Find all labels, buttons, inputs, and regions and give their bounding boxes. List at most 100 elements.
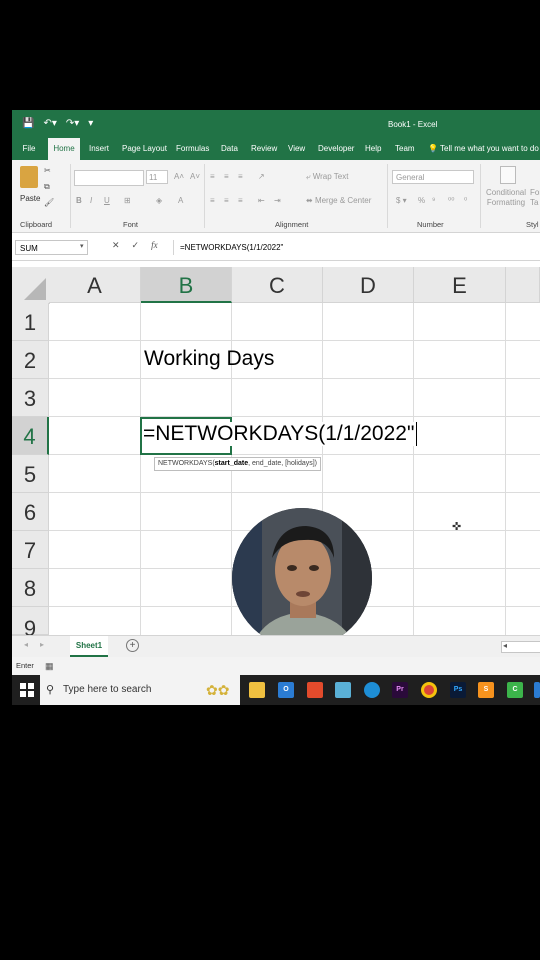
top-align-icon[interactable]: ≡ bbox=[210, 172, 215, 181]
formula-buttons: ✕ ✓ fx bbox=[112, 240, 158, 251]
decrease-indent-icon[interactable]: ⇤ bbox=[258, 196, 265, 205]
font-size-select[interactable]: 11 bbox=[146, 170, 168, 184]
cancel-icon[interactable]: ✕ bbox=[112, 240, 120, 251]
notepad-icon[interactable] bbox=[335, 682, 351, 698]
insert-function-icon[interactable]: fx bbox=[151, 240, 158, 251]
currency-icon[interactable]: $ ▾ bbox=[396, 196, 407, 205]
premiere-pro-icon[interactable]: Pr bbox=[392, 682, 408, 698]
increase-font-icon[interactable]: A˄ bbox=[174, 172, 184, 181]
sheet-tab-sheet1[interactable]: Sheet1 bbox=[70, 636, 108, 657]
conditional-formatting-button[interactable]: Conditional Formatting bbox=[484, 188, 528, 208]
comma-icon[interactable]: ⁹ bbox=[432, 196, 435, 205]
windows-start-icon[interactable] bbox=[20, 683, 34, 697]
bold-button[interactable]: B bbox=[76, 196, 82, 205]
row-header-4[interactable]: 4 bbox=[12, 417, 49, 455]
align-center-icon[interactable]: ≡ bbox=[224, 196, 229, 205]
redo-icon[interactable]: ↷▾ bbox=[66, 118, 79, 130]
row-header-8[interactable]: 8 bbox=[12, 569, 49, 607]
overflow-app-icon[interactable] bbox=[534, 682, 540, 698]
tab-page-layout[interactable]: Page Layout bbox=[122, 138, 167, 160]
edge-icon[interactable] bbox=[364, 682, 380, 698]
row-header-1[interactable]: 1 bbox=[12, 303, 49, 341]
row-header-9[interactable]: 9 bbox=[12, 607, 49, 641]
add-sheet-icon[interactable]: + bbox=[126, 639, 139, 652]
font-color-icon[interactable]: A bbox=[178, 196, 183, 205]
tab-insert[interactable]: Insert bbox=[89, 138, 109, 160]
outlook-icon[interactable]: O bbox=[278, 682, 294, 698]
tab-review[interactable]: Review bbox=[251, 138, 277, 160]
tab-home[interactable]: Home bbox=[48, 138, 80, 160]
row-header-7[interactable]: 7 bbox=[12, 531, 49, 569]
cell-b2[interactable]: Working Days bbox=[144, 347, 274, 371]
row-header-6[interactable]: 6 bbox=[12, 493, 49, 531]
column-header-d[interactable]: D bbox=[323, 267, 414, 303]
next-sheet-icon[interactable]: ▸ bbox=[40, 640, 44, 649]
decrease-font-icon[interactable]: A˅ bbox=[190, 172, 200, 181]
fill-color-icon[interactable]: ◈ bbox=[156, 196, 162, 205]
file-explorer-icon[interactable] bbox=[249, 682, 265, 698]
column-header-b[interactable]: B bbox=[141, 267, 232, 303]
align-right-icon[interactable]: ≡ bbox=[238, 196, 243, 205]
undo-icon[interactable]: ↶▾ bbox=[43, 118, 56, 130]
tab-developer[interactable]: Developer bbox=[318, 138, 354, 160]
scroll-left-icon[interactable]: ◂ bbox=[503, 641, 507, 650]
paste-button[interactable]: Paste bbox=[20, 194, 40, 203]
cell-b4-editing[interactable]: =NETWORKDAYS(1/1/2022" bbox=[143, 422, 418, 446]
percent-icon[interactable]: % bbox=[418, 196, 425, 205]
formula-input[interactable]: =NETWORKDAYS(1/1/2022" bbox=[173, 240, 540, 255]
camtasia-icon[interactable]: C bbox=[507, 682, 523, 698]
column-header-e[interactable]: E bbox=[414, 267, 506, 303]
font-name-select[interactable] bbox=[74, 170, 144, 186]
paste-icon[interactable] bbox=[20, 166, 38, 188]
column-header-a[interactable]: A bbox=[49, 267, 141, 303]
tell-me-box[interactable]: 💡 Tell me what you want to do bbox=[428, 138, 539, 160]
number-format-select[interactable]: General bbox=[392, 170, 474, 184]
horizontal-scrollbar[interactable]: ◂ bbox=[501, 641, 540, 653]
sublime-icon[interactable]: S bbox=[478, 682, 494, 698]
wrap-text-button[interactable]: ⤶ Wrap Text bbox=[306, 172, 348, 182]
macro-record-icon[interactable]: ▦ bbox=[45, 657, 54, 675]
column-header-c[interactable]: C bbox=[232, 267, 323, 303]
row-header-3[interactable]: 3 bbox=[12, 379, 49, 417]
align-left-icon[interactable]: ≡ bbox=[210, 196, 215, 205]
photoshop-icon[interactable]: Ps bbox=[450, 682, 466, 698]
borders-icon[interactable]: ⊞ bbox=[124, 196, 131, 205]
bottom-align-icon[interactable]: ≡ bbox=[238, 172, 243, 181]
gridline bbox=[49, 340, 540, 341]
row-header-2[interactable]: 2 bbox=[12, 341, 49, 379]
tab-file[interactable]: File bbox=[18, 138, 40, 160]
column-header-f[interactable] bbox=[506, 267, 540, 303]
taskbar-search-box[interactable]: ⚲ Type here to search ✿✿ bbox=[40, 675, 240, 705]
quick-access-toolbar: 💾 ↶▾ ↷▾ ▾ bbox=[22, 118, 93, 130]
underline-button[interactable]: U bbox=[104, 196, 110, 205]
copy-icon[interactable]: ⧉ bbox=[44, 182, 50, 192]
save-icon[interactable]: 💾 bbox=[22, 118, 34, 130]
select-all-button[interactable] bbox=[12, 267, 50, 304]
name-box[interactable]: SUM bbox=[15, 240, 88, 255]
row-header-5[interactable]: 5 bbox=[12, 455, 49, 493]
increase-indent-icon[interactable]: ⇥ bbox=[274, 196, 281, 205]
tab-formulas[interactable]: Formulas bbox=[176, 138, 209, 160]
italic-button[interactable]: I bbox=[90, 196, 92, 205]
tab-help[interactable]: Help bbox=[365, 138, 381, 160]
increase-decimal-icon[interactable]: ⁰⁰ bbox=[448, 196, 454, 205]
customize-qat-icon[interactable]: ▾ bbox=[88, 118, 93, 130]
format-as-table-button[interactable]: For Ta bbox=[530, 188, 540, 208]
tooltip-current-arg[interactable]: start_date bbox=[215, 460, 248, 467]
conditional-formatting-icon[interactable] bbox=[500, 166, 516, 184]
tab-view[interactable]: View bbox=[288, 138, 305, 160]
format-painter-icon[interactable]: 🖌 bbox=[44, 198, 54, 207]
office-icon[interactable] bbox=[307, 682, 323, 698]
tab-team[interactable]: Team bbox=[395, 138, 415, 160]
name-box-dropdown-icon[interactable]: ▾ bbox=[80, 242, 84, 250]
prev-sheet-icon[interactable]: ◂ bbox=[24, 640, 28, 649]
merge-center-button[interactable]: ⬌ Merge & Center bbox=[306, 196, 371, 205]
cut-icon[interactable]: ✂ bbox=[44, 166, 51, 175]
orientation-icon[interactable]: ↗ bbox=[258, 172, 265, 181]
gridline bbox=[49, 378, 540, 379]
enter-icon[interactable]: ✓ bbox=[132, 240, 140, 251]
decrease-decimal-icon[interactable]: ⁰ bbox=[464, 196, 467, 205]
chrome-icon[interactable] bbox=[421, 682, 437, 698]
tab-data[interactable]: Data bbox=[221, 138, 238, 160]
middle-align-icon[interactable]: ≡ bbox=[224, 172, 229, 181]
